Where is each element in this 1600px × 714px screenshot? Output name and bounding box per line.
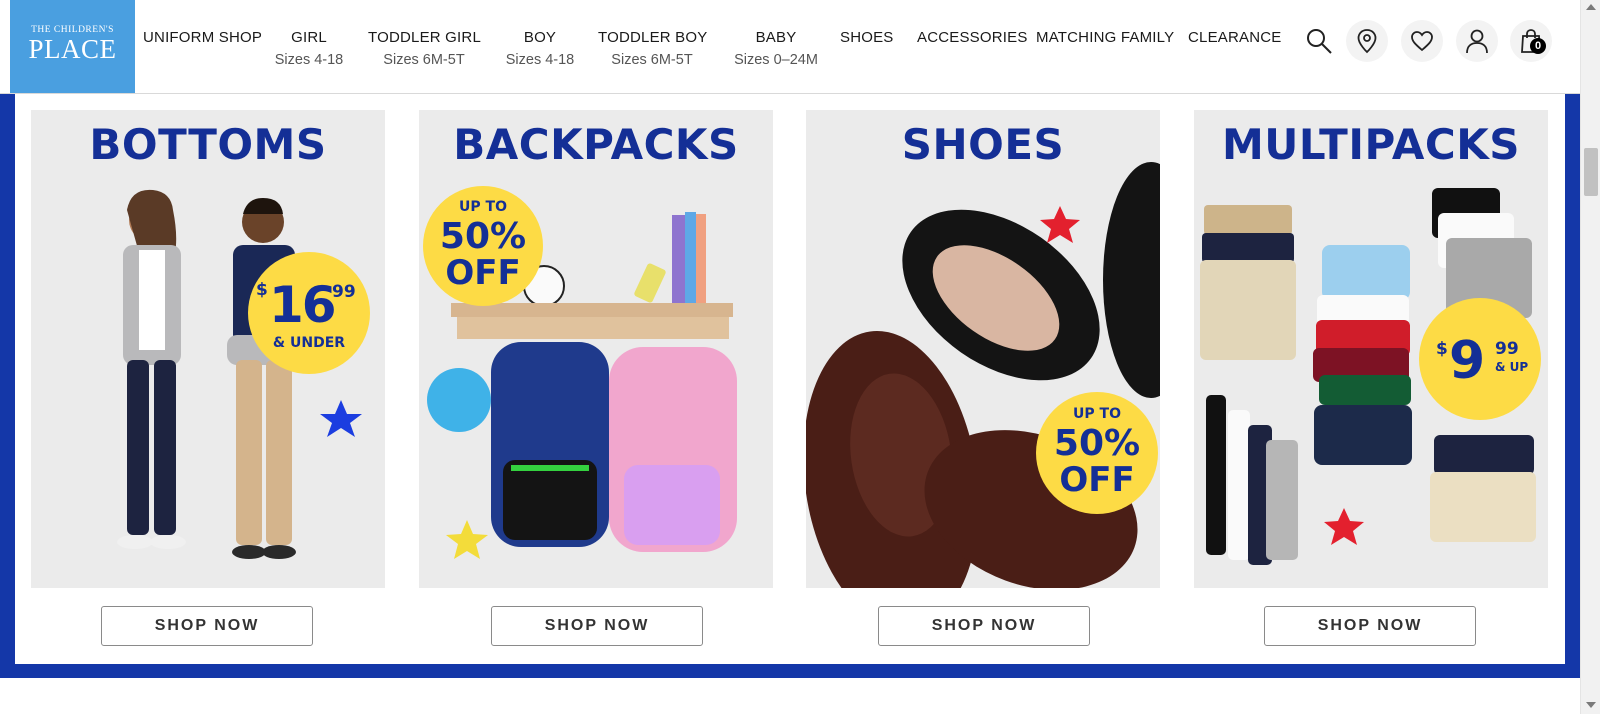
promo-card-shoes: SHOES UP TO 50% OFF SHOP NOW [806,110,1160,646]
nav-sizes: Sizes 4-18 [505,52,575,68]
discount-badge: UP TO 50% OFF [423,186,543,306]
backpacks-image[interactable]: BACKPACKS UP TO 50% OFF [419,110,773,588]
nav-sizes: Sizes 0–24M [734,52,818,68]
price-badge: $ 16 99 & UNDER [248,252,370,374]
discount-badge: UP TO 50% OFF [1036,392,1158,514]
search-button[interactable] [1298,20,1340,62]
shop-now-button[interactable]: SHOP NOW [1264,606,1476,646]
badge-currency: $ [256,280,268,300]
nav-sizes: Sizes 4-18 [274,52,344,68]
shop-now-button[interactable]: SHOP NOW [878,606,1090,646]
nav-label: GIRL [291,29,327,46]
page: THE CHILDREN'S PLACE UNIFORM SHOP GIRL S… [0,0,1600,714]
scroll-down-arrow-icon[interactable] [1586,702,1596,708]
badge-cents: 99 [1495,339,1519,359]
promo-card-multipacks: MULTIPACKS $ 9 99 & UP SHOP NOW [1194,110,1548,646]
search-icon [1307,29,1332,54]
badge-note: & UP [1495,360,1529,374]
shoes-image[interactable]: SHOES UP TO 50% OFF [806,110,1160,588]
site-header: THE CHILDREN'S PLACE UNIFORM SHOP GIRL S… [0,0,1580,94]
nav-baby[interactable]: BABY Sizes 0–24M [728,29,824,68]
wishlist-button[interactable] [1401,20,1443,62]
badge-price: 16 [269,276,337,334]
nav-label: ACCESSORIES [917,29,1028,46]
badge-line1: UP TO [459,199,507,215]
nav-label: MATCHING FAMILY [1036,29,1175,46]
nav-sizes: Sizes 6M-5T [611,52,693,68]
badge-line2: 50% [1053,423,1141,464]
nav-label: UNIFORM SHOP [143,29,263,46]
nav-shoes[interactable]: SHOES [840,29,894,46]
nav-toddler-girl[interactable]: TODDLER GIRL Sizes 6M-5T [368,29,481,68]
page-scrollbar[interactable] [1580,0,1600,714]
nav-girl[interactable]: GIRL Sizes 4-18 [272,29,346,68]
scroll-up-arrow-icon[interactable] [1586,4,1596,10]
promo-card-backpacks: BACKPACKS UP TO 50% OFF SHOP NOW [419,110,773,646]
nav-label: TODDLER BOY [598,29,708,46]
cart-button[interactable]: 0 [1510,20,1552,62]
nav-label: TODDLER GIRL [368,29,481,46]
nav-label: CLEARANCE [1188,29,1282,46]
backpacks-illustration [427,212,737,559]
nav-label: SHOES [840,29,894,46]
shop-now-button[interactable]: SHOP NOW [491,606,703,646]
nav-sizes: Sizes 6M-5T [383,52,465,68]
badge-note: & UNDER [272,335,346,351]
page-below-fold [0,678,1580,714]
badge-price: 9 [1449,331,1486,391]
badge-line2: 50% [439,216,527,257]
brand-logo[interactable]: THE CHILDREN'S PLACE [10,0,135,93]
cart-count-badge: 0 [1530,38,1546,54]
shop-now-button[interactable]: SHOP NOW [101,606,313,646]
badge-line1: UP TO [1073,406,1121,422]
promo-cards-container: BOTTOMS $ 16 99 & UNDER SHOP NOW BACKPAC… [15,94,1565,664]
nav-matching-family[interactable]: MATCHING FAMILY [1036,29,1174,46]
nav-clearance[interactable]: CLEARANCE [1188,29,1282,46]
badge-currency: $ [1436,339,1448,359]
multipacks-image[interactable]: MULTIPACKS $ 9 99 & UP [1194,110,1548,588]
nav-uniform-shop[interactable]: UNIFORM SHOP [143,29,262,46]
heart-icon [1411,31,1433,52]
bottoms-image[interactable]: BOTTOMS $ 16 99 & UNDER [31,110,385,588]
shoes-illustration [806,162,1160,588]
logo-main-text: PLACE [28,34,117,64]
price-badge: $ 9 99 & UP [1419,298,1541,420]
uniform-promo-section: BOTTOMS $ 16 99 & UNDER SHOP NOW BACKPAC… [0,94,1580,678]
scroll-thumb[interactable] [1584,148,1598,196]
nav-boy[interactable]: BOY Sizes 4-18 [502,29,578,68]
nav-label: BABY [755,29,797,46]
nav-label: BOY [523,29,557,46]
nav-toddler-boy[interactable]: TODDLER BOY Sizes 6M-5T [598,29,708,68]
badge-line3: OFF [1059,460,1135,500]
account-button[interactable] [1456,20,1498,62]
badge-cents: 99 [332,282,356,302]
promo-card-bottoms: BOTTOMS $ 16 99 & UNDER SHOP NOW [31,110,385,646]
badge-line3: OFF [445,253,521,293]
nav-accessories[interactable]: ACCESSORIES [917,29,1028,46]
user-icon [1466,29,1488,54]
store-locator-button[interactable] [1346,20,1388,62]
location-pin-icon [1357,29,1377,54]
